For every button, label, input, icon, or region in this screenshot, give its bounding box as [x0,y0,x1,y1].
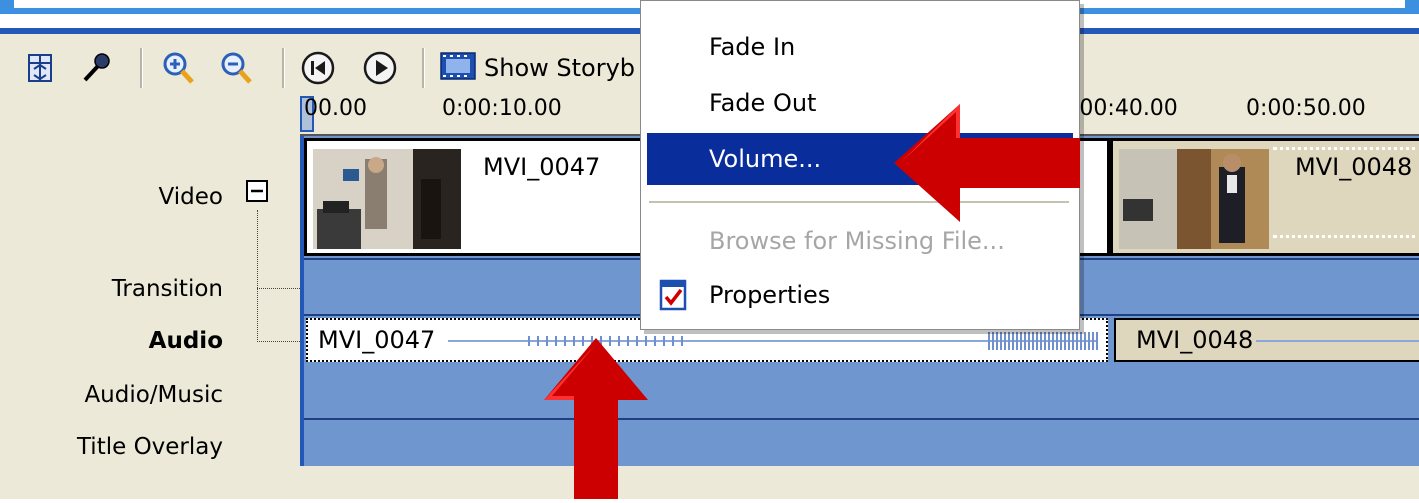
clip-thumbnail [313,149,461,249]
video-clip[interactable]: MVI_0048 [1110,138,1419,256]
video-clip-name: MVI_0047 [483,153,601,181]
red-arrow-left-annotation [894,104,1080,226]
menu-item-label: Browse for Missing File... [709,227,1005,255]
filmstrip-perforations [1273,235,1419,242]
menu-item-label: Fade In [709,33,796,61]
toolbar-separator [282,48,285,88]
menu-item-label: Properties [709,281,831,309]
show-storyboard-button[interactable]: Show Storyb [440,50,635,86]
track-label-title-overlay: Title Overlay [76,434,223,460]
narrate-microphone-icon[interactable] [78,50,114,86]
audio-music-track[interactable] [300,364,1419,418]
clip-thumbnail [1119,149,1269,249]
zoom-out-icon[interactable] [218,50,254,86]
filmstrip-icon [440,51,476,85]
track-label-transition: Transition [111,276,223,302]
ruler-tick-label: 0:00:10.00 [442,96,562,121]
properties-check-icon [659,279,689,317]
toolbar-separator [422,48,425,88]
ruler-tick-label: :00:40.00 [1072,96,1178,121]
zoom-in-icon[interactable] [160,50,196,86]
audio-clip[interactable]: MVI_0048 [1114,318,1419,362]
track-label-audio-music: Audio/Music [84,382,223,408]
collapse-minus-icon[interactable] [246,180,268,206]
menu-item-properties[interactable]: Properties [647,269,1073,321]
rewind-icon[interactable] [300,50,336,86]
red-arrow-up-annotation [544,338,648,503]
menu-item-label: Fade Out [709,89,817,117]
track-label-audio: Audio [148,328,223,354]
menu-item-fade-in[interactable]: Fade In [647,21,1073,73]
track-tree-connector [257,210,258,342]
track-tree-connector [257,341,300,342]
track-tree-connector [257,288,300,289]
audio-clip-name: MVI_0048 [1136,326,1254,354]
storyboard-set-icon[interactable] [22,50,58,86]
play-icon[interactable] [362,50,398,86]
menu-item-label: Volume... [709,145,822,173]
filmstrip-perforations [1273,147,1419,154]
audio-waveform [1256,340,1419,342]
show-storyboard-label: Show Storyb [484,54,636,82]
audio-waveform-peaks [988,332,1098,350]
ruler-tick-label: 0:00:50.00 [1246,96,1366,121]
toolbar-separator [140,48,143,88]
audio-clip-name: MVI_0047 [318,326,436,354]
track-label-video: Video [158,184,223,210]
video-clip-name: MVI_0048 [1295,153,1413,181]
track-separator [300,418,1419,420]
ruler-tick-label: 00.00 [304,96,367,121]
